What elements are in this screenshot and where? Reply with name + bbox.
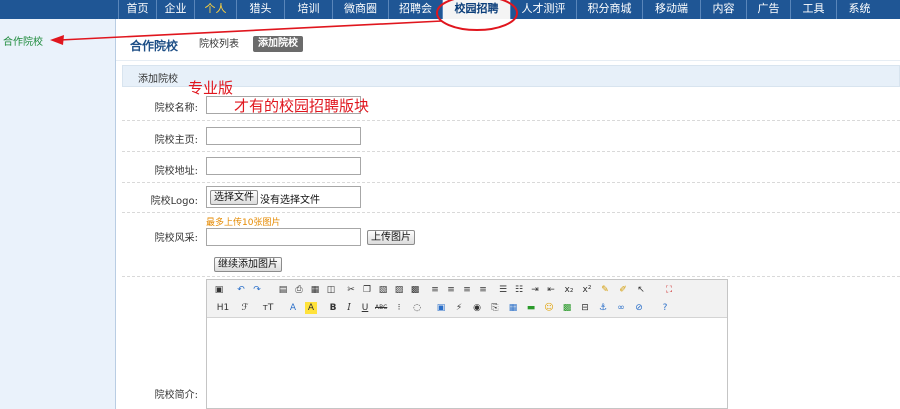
page-title: 合作院校 bbox=[130, 39, 179, 53]
underline-button[interactable]: U bbox=[359, 302, 371, 314]
font-family-dropdown[interactable]: ℱ bbox=[237, 302, 253, 314]
horizontal-rule-icon[interactable]: ▬ bbox=[525, 302, 537, 314]
nav-tab-system[interactable]: 系统 bbox=[836, 0, 882, 19]
school-homepage-input[interactable] bbox=[206, 127, 361, 145]
superscript-icon[interactable]: x² bbox=[581, 284, 593, 296]
nav-tab-company[interactable]: 企业 bbox=[156, 0, 194, 19]
copy-icon[interactable]: ❐ bbox=[361, 284, 373, 296]
help-icon[interactable]: ? bbox=[659, 302, 671, 314]
undo-icon[interactable]: ↶ bbox=[235, 284, 247, 296]
school-intro-label: 院校简介: bbox=[154, 390, 198, 401]
cut-icon[interactable]: ✂ bbox=[345, 284, 357, 296]
no-file-chosen-text: 没有选择文件 bbox=[260, 195, 320, 206]
school-logo-label: 院校Logo: bbox=[150, 196, 198, 207]
font-color-dropdown[interactable]: A bbox=[287, 302, 299, 314]
nav-tab-home[interactable]: 首页 bbox=[118, 0, 156, 19]
choose-file-button[interactable]: 选择文件 bbox=[210, 190, 258, 205]
school-style-label: 院校风采: bbox=[154, 233, 198, 244]
nav-tab-training[interactable]: 培训 bbox=[284, 0, 332, 19]
nav-tab-job-fair[interactable]: 招聘会 bbox=[388, 0, 442, 19]
upload-limit-hint: 最多上传10张图片 bbox=[206, 218, 281, 228]
line-height-icon[interactable]: ⁝ bbox=[393, 302, 405, 314]
school-homepage-label: 院校主页: bbox=[154, 135, 198, 146]
preview-icon[interactable]: ▤ bbox=[277, 284, 289, 296]
align-justify-icon[interactable]: ≡ bbox=[477, 284, 489, 296]
upload-image-button[interactable]: 上传图片 bbox=[367, 230, 415, 245]
main-header: 合作院校 院校列表 添加院校 bbox=[116, 19, 900, 61]
paste-text-icon[interactable]: ▨ bbox=[393, 284, 405, 296]
bold-button[interactable]: B bbox=[327, 302, 339, 314]
nav-tab-micro-circle[interactable]: 微商圈 bbox=[332, 0, 388, 19]
form-row-homepage: 院校主页: bbox=[122, 121, 900, 152]
attachment-icon[interactable]: ⎘ bbox=[489, 302, 501, 314]
align-right-icon[interactable]: ≡ bbox=[461, 284, 473, 296]
font-size-dropdown[interactable]: тT bbox=[259, 302, 277, 314]
highlight-color-dropdown[interactable]: A bbox=[305, 302, 317, 314]
section-header: 添加院校 bbox=[122, 65, 900, 87]
template-icon[interactable]: ▦ bbox=[309, 284, 321, 296]
flash-icon[interactable]: ⚡ bbox=[453, 302, 465, 314]
add-more-images-button[interactable]: 继续添加图片 bbox=[214, 257, 282, 272]
strikethrough-button[interactable]: ABC bbox=[375, 302, 387, 314]
nav-tab-headhunter[interactable]: 猎头 bbox=[236, 0, 284, 19]
clear-format-icon[interactable]: ✎ bbox=[599, 284, 611, 296]
italic-button[interactable]: I bbox=[343, 302, 355, 314]
anchor-icon[interactable]: ⚓ bbox=[597, 302, 609, 314]
source-icon[interactable]: ▣ bbox=[213, 284, 225, 296]
school-name-label: 院校名称: bbox=[154, 103, 198, 114]
sidebar-item-partner-schools[interactable]: 合作院校 bbox=[3, 33, 43, 48]
emoticon-icon[interactable]: ☺ bbox=[543, 302, 555, 314]
subtab-add-school[interactable]: 添加院校 bbox=[253, 36, 303, 52]
select-all-icon[interactable]: ↖ bbox=[635, 284, 647, 296]
rich-text-editor[interactable]: ▣ ↶ ↷ ▤ ⎙ ▦ ◫ ✂ ❐ ▧ ▨ ▩ ≡ ≡ ≡ ≡ ☰ ☷ ⇥ ⇤ … bbox=[206, 279, 728, 409]
logo-file-picker: 选择文件 没有选择文件 bbox=[206, 186, 361, 208]
form-row-logo: 院校Logo: 选择文件 没有选择文件 bbox=[122, 183, 900, 213]
paste-icon[interactable]: ▧ bbox=[377, 284, 389, 296]
sidebar: 合作院校 bbox=[0, 19, 116, 409]
media-icon[interactable]: ◉ bbox=[471, 302, 483, 314]
subtab-school-list[interactable]: 院校列表 bbox=[199, 37, 239, 53]
editor-toolbar: ▣ ↶ ↷ ▤ ⎙ ▦ ◫ ✂ ❐ ▧ ▨ ▩ ≡ ≡ ≡ ≡ ☰ ☷ ⇥ ⇤ … bbox=[207, 280, 727, 318]
heading-dropdown[interactable]: H1 bbox=[213, 302, 233, 314]
align-left-icon[interactable]: ≡ bbox=[429, 284, 441, 296]
link-icon[interactable]: ∞ bbox=[615, 302, 627, 314]
outdent-icon[interactable]: ⇤ bbox=[545, 284, 557, 296]
table-icon[interactable]: ▦ bbox=[507, 302, 519, 314]
nav-tab-talent-assessment[interactable]: 人才测评 bbox=[510, 0, 576, 19]
redo-icon[interactable]: ↷ bbox=[251, 284, 263, 296]
top-navigation-bar: 首页 企业 个人 猎头 培训 微商圈 招聘会 校园招聘 人才测评 积分商城 移动… bbox=[0, 0, 900, 19]
style-photo-input[interactable] bbox=[206, 228, 361, 246]
school-address-label: 院校地址: bbox=[154, 166, 198, 177]
exclusive-module-annotation: 才有的校园招聘版块 bbox=[234, 97, 370, 115]
subscript-icon[interactable]: x₂ bbox=[563, 284, 575, 296]
image-icon[interactable]: ▣ bbox=[435, 302, 447, 314]
unlink-icon[interactable]: ⊘ bbox=[633, 302, 645, 314]
nav-tab-points-mall[interactable]: 积分商城 bbox=[576, 0, 642, 19]
nav-tab-mobile[interactable]: 移动端 bbox=[642, 0, 700, 19]
indent-icon[interactable]: ⇥ bbox=[529, 284, 541, 296]
format-painter-icon[interactable]: ✐ bbox=[617, 284, 629, 296]
map-icon[interactable]: ▩ bbox=[561, 302, 573, 314]
section-title: 添加院校 bbox=[138, 74, 178, 85]
editor-content-area[interactable] bbox=[207, 319, 727, 409]
fullscreen-icon[interactable]: ⛶ bbox=[663, 284, 675, 296]
school-address-input[interactable] bbox=[206, 157, 361, 175]
eraser-icon[interactable]: ◌ bbox=[411, 302, 423, 314]
nav-tab-personal[interactable]: 个人 bbox=[194, 0, 236, 19]
unordered-list-icon[interactable]: ☷ bbox=[513, 284, 525, 296]
align-center-icon[interactable]: ≡ bbox=[445, 284, 457, 296]
pro-edition-annotation: 专业版 bbox=[188, 79, 234, 97]
nav-tab-ads[interactable]: 广告 bbox=[746, 0, 790, 19]
code-icon[interactable]: ◫ bbox=[325, 284, 337, 296]
form-row-style-photos: 最多上传10张图片 院校风采: 上传图片 继续添加图片 bbox=[122, 213, 900, 277]
main-panel: 合作院校 院校列表 添加院校 添加院校 院校名称: 院校主页: 院校地址: 院校… bbox=[116, 19, 900, 409]
nav-tab-content[interactable]: 内容 bbox=[700, 0, 746, 19]
ordered-list-icon[interactable]: ☰ bbox=[497, 284, 509, 296]
paste-word-icon[interactable]: ▩ bbox=[409, 284, 421, 296]
nav-tab-tools[interactable]: 工具 bbox=[790, 0, 836, 19]
nav-tab-campus-recruitment[interactable]: 校园招聘 bbox=[442, 0, 510, 19]
page-break-icon[interactable]: ⊟ bbox=[579, 302, 591, 314]
print-icon[interactable]: ⎙ bbox=[293, 284, 305, 296]
form-row-address: 院校地址: bbox=[122, 152, 900, 183]
